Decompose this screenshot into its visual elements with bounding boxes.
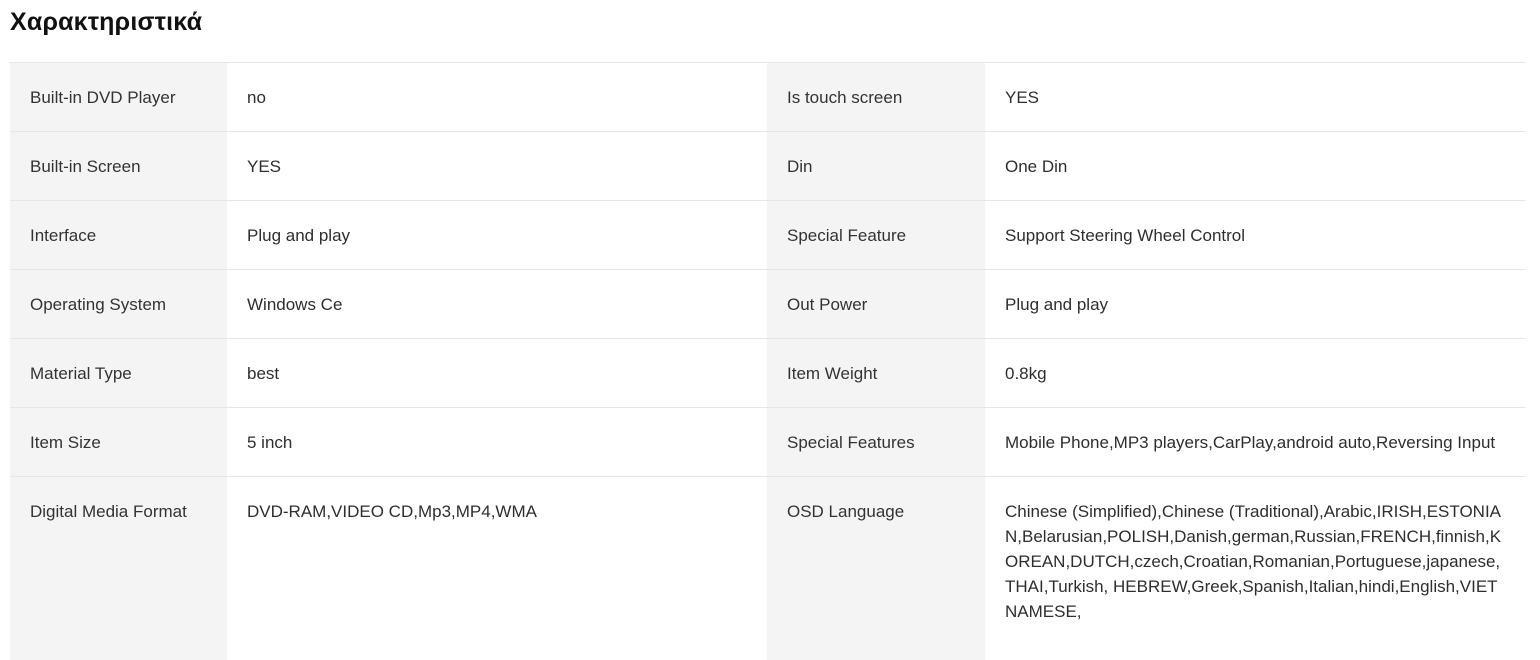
spec-key: Built-in DVD Player bbox=[10, 63, 227, 132]
spec-key: Special Features bbox=[767, 408, 985, 477]
spec-value: One Din bbox=[985, 132, 1525, 201]
spec-value: best bbox=[227, 339, 767, 408]
spec-value: Mobile Phone,MP3 players,CarPlay,android… bbox=[985, 408, 1525, 477]
spec-row: Interface Plug and play Special Feature … bbox=[10, 201, 1525, 270]
spec-key: Item Size bbox=[10, 408, 227, 477]
spec-value: DVD-RAM,VIDEO CD,Mp3,MP4,WMA bbox=[227, 477, 767, 660]
spec-row: Item Size 5 inch Special Features Mobile… bbox=[10, 408, 1525, 477]
spec-key: Out Power bbox=[767, 270, 985, 339]
spec-key: Din bbox=[767, 132, 985, 201]
spec-key: Is touch screen bbox=[767, 63, 985, 132]
spec-key: Built-in Screen bbox=[10, 132, 227, 201]
spec-value: Plug and play bbox=[227, 201, 767, 270]
spec-key: Digital Media Format bbox=[10, 477, 227, 660]
spec-row: Built-in DVD Player no Is touch screen Y… bbox=[10, 63, 1525, 132]
spec-value: Support Steering Wheel Control bbox=[985, 201, 1525, 270]
spec-key: OSD Language bbox=[767, 477, 985, 660]
spec-key: Operating System bbox=[10, 270, 227, 339]
spec-value: Chinese (Simplified),Chinese (Traditiona… bbox=[985, 477, 1525, 660]
spec-key: Material Type bbox=[10, 339, 227, 408]
spec-value: YES bbox=[985, 63, 1525, 132]
spec-value: Plug and play bbox=[985, 270, 1525, 339]
spec-key: Interface bbox=[10, 201, 227, 270]
spec-row: Material Type best Item Weight 0.8kg bbox=[10, 339, 1525, 408]
spec-value: no bbox=[227, 63, 767, 132]
spec-key: Special Feature bbox=[767, 201, 985, 270]
specifications-table: Built-in DVD Player no Is touch screen Y… bbox=[10, 62, 1525, 660]
spec-value: 5 inch bbox=[227, 408, 767, 477]
spec-value: Windows Ce bbox=[227, 270, 767, 339]
spec-row: Operating System Windows Ce Out Power Pl… bbox=[10, 270, 1525, 339]
spec-key: Item Weight bbox=[767, 339, 985, 408]
section-title: Χαρακτηριστικά bbox=[10, 8, 202, 37]
spec-row: Built-in Screen YES Din One Din bbox=[10, 132, 1525, 201]
spec-row: Digital Media Format DVD-RAM,VIDEO CD,Mp… bbox=[10, 477, 1525, 660]
spec-value: 0.8kg bbox=[985, 339, 1525, 408]
spec-value: YES bbox=[227, 132, 767, 201]
